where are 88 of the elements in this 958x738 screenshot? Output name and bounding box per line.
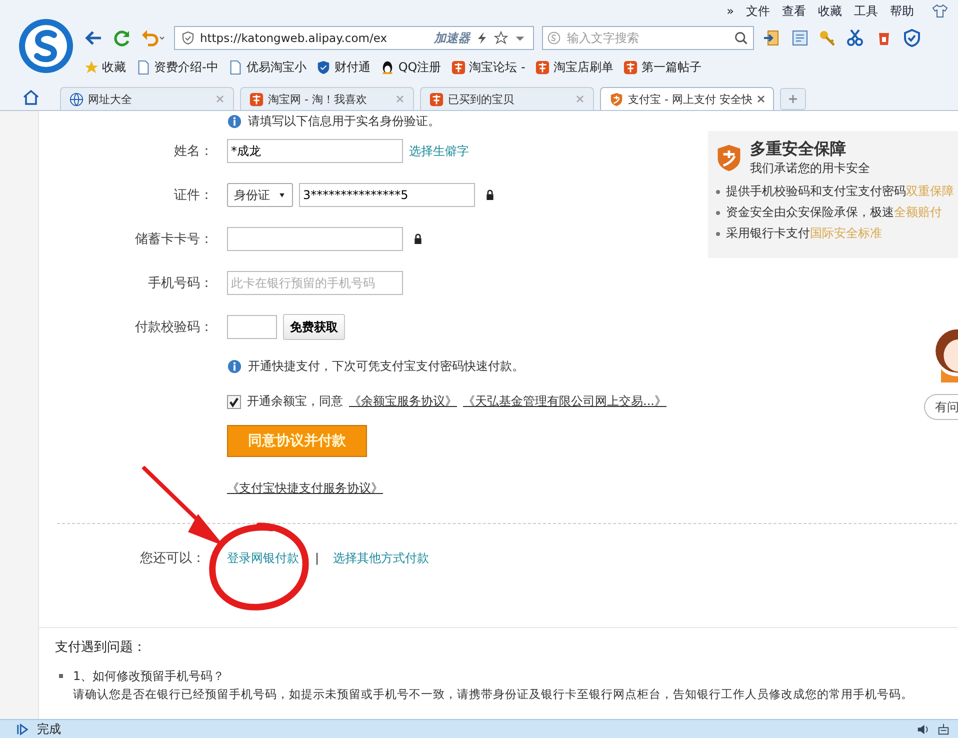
browser-tab[interactable]: 已买到的宝贝 xyxy=(420,87,594,110)
search-icon[interactable] xyxy=(734,31,748,45)
input-field[interactable]: 3***************5 xyxy=(299,183,475,207)
bookmark-link[interactable]: QQ注册 xyxy=(398,58,442,76)
field-label: 姓名： xyxy=(173,143,213,160)
shield-icon[interactable] xyxy=(902,28,922,48)
browser-tab[interactable]: 网址大全 xyxy=(60,87,234,110)
agreement-link[interactable]: 《天弘基金管理有限公司网上交易...》 xyxy=(463,393,666,410)
browser-tab[interactable]: 淘宝网 - 淘！我喜欢 xyxy=(240,87,414,110)
star-icon xyxy=(84,60,99,74)
menu-item[interactable]: » xyxy=(726,4,734,18)
service-agreement-link[interactable]: 《支付宝快捷支付服务协议》 xyxy=(227,480,383,496)
refresh-icon[interactable] xyxy=(112,28,132,48)
menu-item[interactable]: 收藏 xyxy=(818,2,842,20)
browser-tab[interactable]: 支付宝 - 网上支付 安全快 xyxy=(600,87,774,110)
taobao-icon xyxy=(535,60,550,74)
network-icon[interactable] xyxy=(937,722,950,736)
security-item: 采用银行卡支付国际安全标准 xyxy=(714,223,958,244)
browser-logo[interactable] xyxy=(18,18,74,74)
menu-item[interactable]: 文件 xyxy=(746,2,770,20)
payment-option-link[interactable]: 选择其他方式付款 xyxy=(333,550,430,566)
info-icon xyxy=(227,114,242,128)
taobao-icon xyxy=(249,92,264,106)
bookmark-link[interactable]: 财付通 xyxy=(334,58,370,76)
input-field[interactable] xyxy=(227,315,277,339)
rare-character-link[interactable]: 选择生僻字 xyxy=(409,142,469,160)
agreement-text: 开通余额宝，同意 xyxy=(247,393,343,410)
sidebar-toggle-icon[interactable] xyxy=(16,722,29,736)
field-label: 手机号码： xyxy=(147,275,213,292)
separator: | xyxy=(315,551,320,565)
field-label: 付款校验码： xyxy=(134,319,213,336)
reader-icon[interactable] xyxy=(790,28,810,48)
home-icon[interactable] xyxy=(22,88,40,106)
faq-question: 1、如何修改预留手机号码？ xyxy=(73,668,226,685)
status-text: 完成 xyxy=(37,720,61,738)
faq-answer: 请确认您是否在银行已经预留手机号码，如提示未预留或手机号不一致，请携带身份证及银行卡至银行网点柜台，告知银行工作人员修改成您的常用手机号码。 xyxy=(73,687,914,702)
checkbox[interactable] xyxy=(227,394,241,408)
field-label: 证件： xyxy=(173,187,213,204)
payment-option-link[interactable]: 登录网银付款 xyxy=(227,550,299,566)
help-button[interactable]: 有问 xyxy=(924,394,958,420)
scissors-icon[interactable] xyxy=(846,28,866,48)
new-tab-button[interactable] xyxy=(780,88,806,110)
bookmark-link[interactable]: 淘宝论坛 - xyxy=(469,58,526,76)
lightning-icon[interactable] xyxy=(475,31,489,45)
taobao-icon xyxy=(451,60,466,74)
bookmark-link[interactable]: 资费介绍-中 xyxy=(154,58,218,76)
input-field[interactable]: *成龙 xyxy=(227,139,403,163)
globe-icon xyxy=(69,92,84,106)
skin-icon[interactable] xyxy=(932,3,948,19)
field-label: 储蓄卡卡号： xyxy=(134,231,213,248)
star-icon[interactable] xyxy=(494,31,508,45)
menu-item[interactable]: 工具 xyxy=(854,2,878,20)
security-title: 多重安全保障 xyxy=(750,139,847,160)
taobao-icon xyxy=(429,92,444,106)
get-code-button[interactable]: 免费获取 xyxy=(283,314,345,340)
alipay-icon xyxy=(609,92,624,106)
menu-item[interactable]: 查看 xyxy=(782,2,806,20)
taobao-icon xyxy=(623,60,638,74)
accelerator-label[interactable]: 加速器 xyxy=(434,30,470,46)
faq-title: 支付遇到问题： xyxy=(55,639,147,656)
bookmark-link[interactable]: 收藏 xyxy=(102,58,126,76)
search-engine-icon xyxy=(547,31,561,45)
agreement-link[interactable]: 《余额宝服务协议》 xyxy=(349,393,457,410)
security-item: 提供手机校验码和支付宝支付密码双重保障 xyxy=(714,181,958,202)
notice-text: 开通快捷支付，下次可凭支付宝支付密码快速付款。 xyxy=(248,358,524,375)
address-bar[interactable]: https://katongweb.alipay.com/ex 加速器 xyxy=(174,26,534,50)
shield-icon xyxy=(316,60,332,74)
dropdown-icon xyxy=(278,191,286,199)
plus-icon[interactable] xyxy=(788,94,798,104)
input-field[interactable] xyxy=(227,227,403,251)
close-icon[interactable] xyxy=(756,94,766,104)
bookmark-link[interactable]: 优易淘宝小 xyxy=(246,58,306,76)
input-field[interactable]: 此卡在银行预留的手机号码 xyxy=(227,271,403,295)
bookmark-link[interactable]: 第一篇帖子 xyxy=(641,58,702,76)
id-type-select[interactable]: 身份证 xyxy=(227,183,293,207)
search-field[interactable]: 输入文字搜索 xyxy=(542,26,754,50)
menu-item[interactable]: 帮助 xyxy=(890,2,914,20)
speaker-icon[interactable] xyxy=(916,722,929,736)
security-subtitle: 我们承诺您的用卡安全 xyxy=(750,160,870,177)
security-item: 资金安全由众安保险承保，极速全额赔付 xyxy=(714,202,958,223)
page-icon xyxy=(136,60,151,74)
shield-icon xyxy=(181,31,195,45)
bookmark-link[interactable]: 淘宝店刷单 xyxy=(553,58,614,76)
url-text: https://katongweb.alipay.com/ex xyxy=(200,31,388,45)
alternatives-label: 您还可以： xyxy=(139,550,205,567)
info-icon xyxy=(227,359,242,374)
notice-text: 请填写以下信息用于实名身份验证。 xyxy=(248,112,440,130)
page-icon xyxy=(228,60,244,74)
